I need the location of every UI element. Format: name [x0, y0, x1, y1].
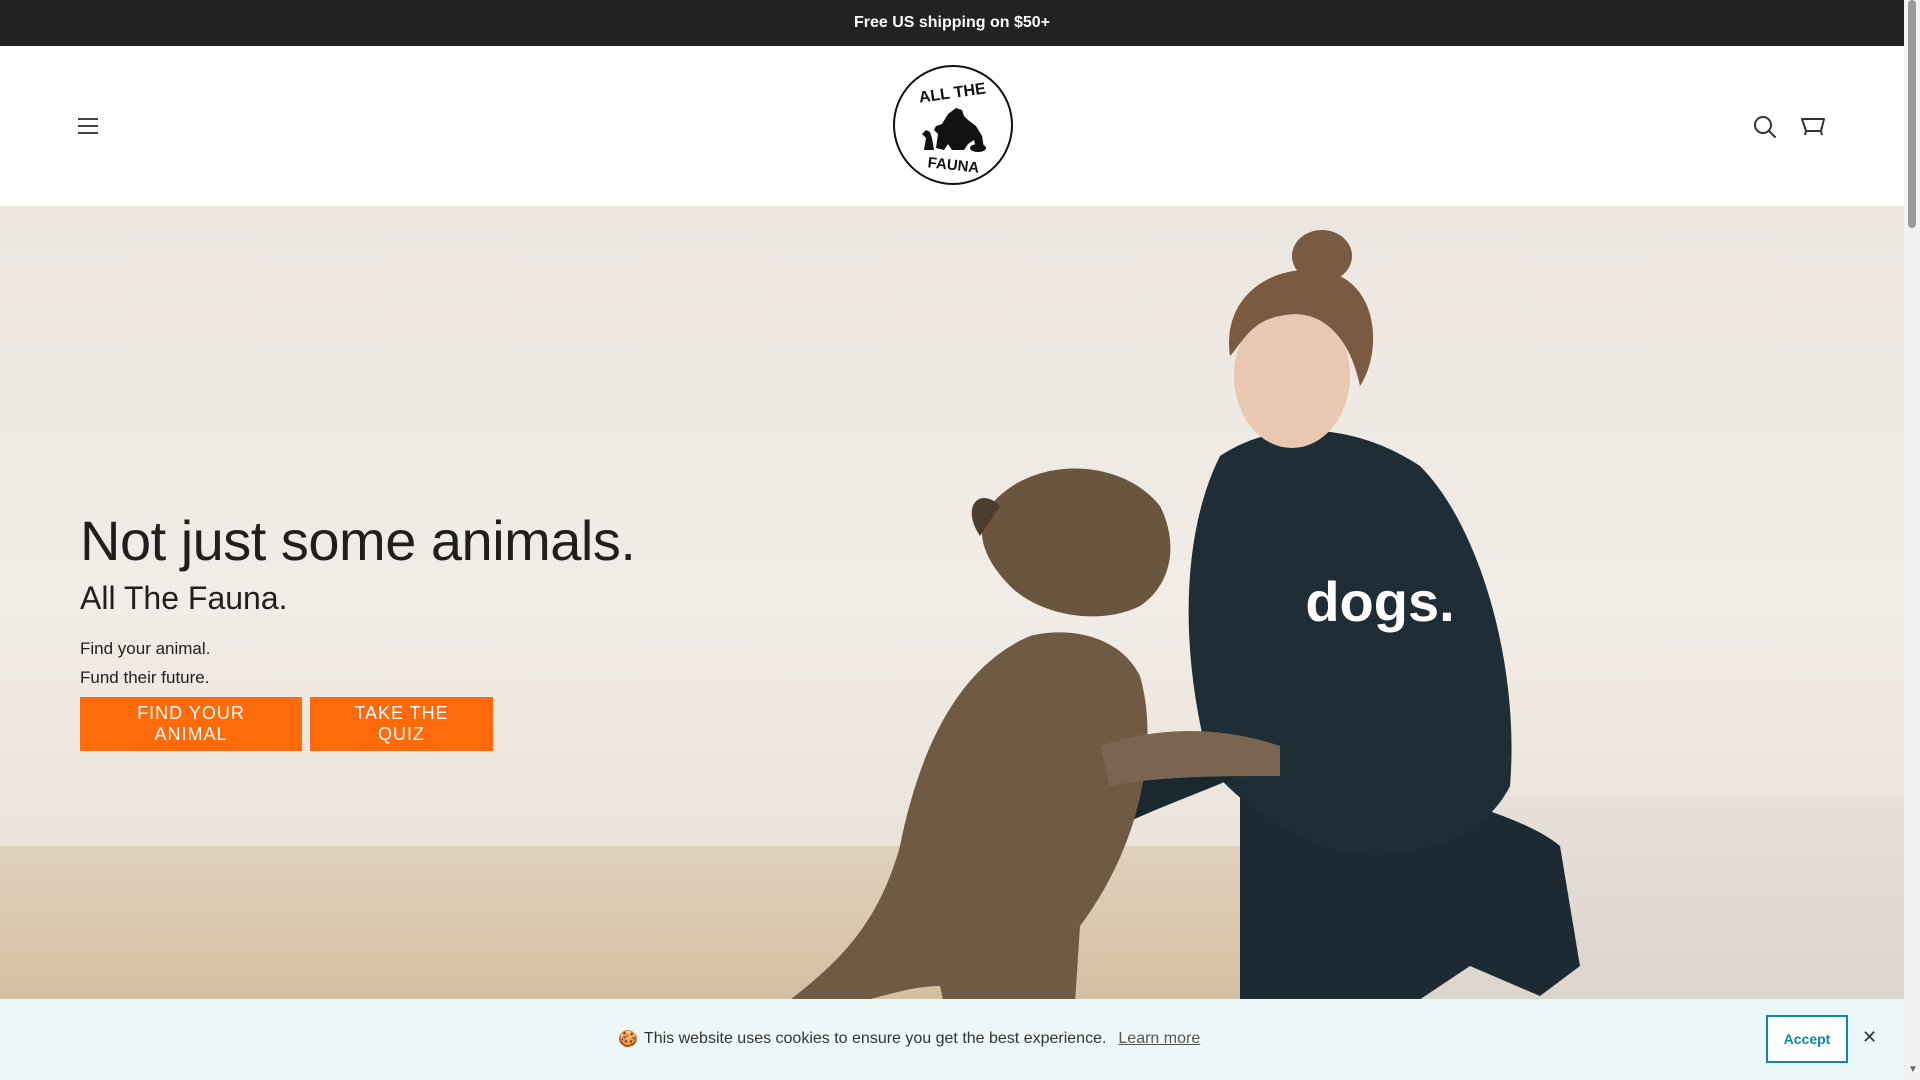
find-your-animal-button[interactable]: FIND YOUR ANIMAL — [80, 697, 302, 751]
accept-cookies-button[interactable]: Accept — [1766, 1015, 1848, 1063]
cookie-icon: 🍪 — [618, 1031, 638, 1048]
learn-more-link[interactable]: Learn more — [1118, 1030, 1200, 1048]
shirt-text: dogs. — [1305, 570, 1454, 633]
menu-button[interactable] — [76, 114, 100, 138]
cookie-banner: 🍪 This website uses cookies to ensure yo… — [0, 999, 1904, 1080]
cookie-text: This website uses cookies to ensure you … — [643, 1030, 1107, 1047]
hero-subheadline: All The Fauna. — [80, 580, 288, 616]
scrollbar-thumb[interactable] — [1908, 0, 1916, 228]
tagline-line-1: Find your animal. — [80, 639, 211, 658]
cart-icon[interactable] — [1800, 114, 1826, 140]
announcement-bar: Free US shipping on $50+ — [0, 0, 1904, 46]
hero-text-block: Not just some animals. All The Fauna. Fi… — [80, 508, 636, 692]
take-the-quiz-button[interactable]: TAKE THE QUIZ — [310, 697, 493, 751]
site-header: ALL THE FAUNA — [0, 46, 1904, 206]
hero-headline: Not just some animals. — [80, 509, 636, 572]
scrollbar[interactable]: ▼ — [1904, 0, 1920, 1080]
scroll-down-arrow-icon[interactable]: ▼ — [1908, 1064, 1918, 1075]
announcement-text: Free US shipping on $50+ — [853, 14, 1051, 31]
all-the-fauna-logo[interactable]: ALL THE FAUNA — [892, 64, 1014, 186]
close-icon[interactable]: ✕ — [1862, 1027, 1877, 1048]
cookie-message: 🍪 This website uses cookies to ensure yo… — [618, 1029, 1200, 1049]
search-icon[interactable] — [1752, 114, 1778, 140]
hero-tagline: Find your animal. Fund their future. — [80, 634, 635, 692]
tagline-line-2: Fund their future. — [80, 668, 210, 687]
hero-cta-row: FIND YOUR ANIMAL TAKE THE QUIZ — [80, 697, 493, 751]
hero-photo-woman-with-dog: dogs. — [760, 230, 1580, 1080]
hero-section: dogs. Not just some animals. All The Fau… — [0, 206, 1904, 1080]
